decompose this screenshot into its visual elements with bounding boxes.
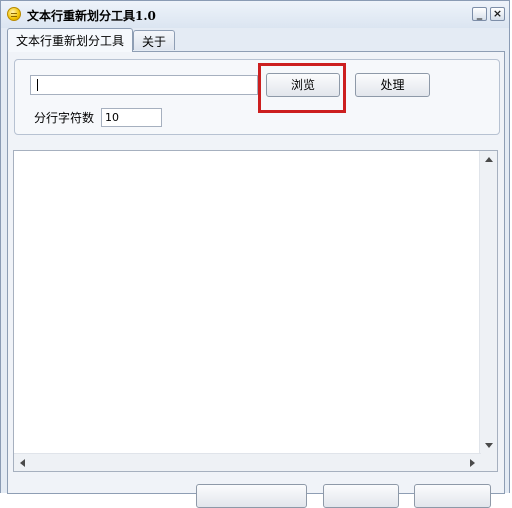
output-textarea[interactable] — [13, 150, 498, 472]
tab-about[interactable]: 关于 — [133, 30, 176, 50]
horizontal-scrollbar[interactable] — [14, 453, 481, 471]
window-title: 文本行重新划分工具1.0 — [27, 9, 156, 23]
scroll-left-icon[interactable] — [20, 459, 25, 467]
process-button[interactable]: 处理 — [355, 73, 430, 97]
close-button[interactable]: × — [490, 7, 505, 21]
vertical-scrollbar[interactable] — [479, 151, 497, 454]
scroll-down-icon[interactable] — [485, 443, 493, 448]
char-count-label: 分行字符数 — [34, 111, 95, 125]
char-count-input[interactable]: 10 — [101, 108, 162, 127]
minimize-button[interactable]: _ — [472, 7, 487, 21]
browse-button[interactable]: 浏览 — [266, 73, 340, 97]
bottom-button-2[interactable] — [323, 484, 399, 508]
scrollbar-corner — [480, 454, 497, 471]
bottom-button-1[interactable] — [196, 484, 307, 508]
title-bar[interactable]: 文本行重新划分工具1.0 _ × — [1, 1, 509, 28]
tab-splitter-tool[interactable]: 文本行重新划分工具 — [7, 28, 134, 52]
scroll-up-icon[interactable] — [485, 157, 493, 162]
app-icon — [7, 7, 21, 21]
bottom-button-3[interactable] — [414, 484, 491, 508]
scroll-right-icon[interactable] — [470, 459, 475, 467]
file-path-input[interactable] — [30, 75, 258, 95]
